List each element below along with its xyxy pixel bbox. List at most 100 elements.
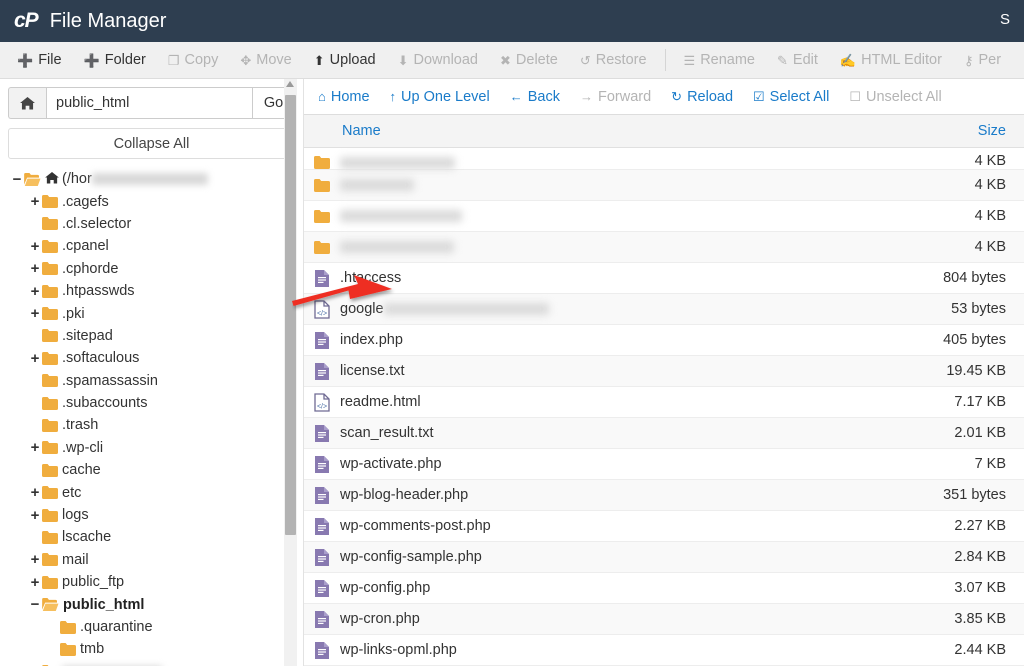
expand-icon[interactable]: +	[28, 440, 42, 455]
file-code-icon: </>	[304, 392, 340, 412]
table-row[interactable]: index.php 405 bytes	[304, 325, 1024, 356]
file-name: google	[340, 301, 384, 317]
folder-icon	[42, 463, 58, 477]
expand-icon[interactable]: +	[28, 306, 42, 321]
file-size: 4 KB	[974, 239, 1006, 255]
nav-reload-button[interactable]: ↻ Reload	[661, 86, 743, 108]
table-row[interactable]: 4 KB	[304, 201, 1024, 232]
up-arrow-icon: ↑	[389, 89, 397, 104]
tree-item-label: logs	[62, 507, 89, 524]
folder-icon	[304, 156, 340, 169]
file-size: 405 bytes	[943, 332, 1006, 348]
sidebar-scrollbar-thumb[interactable]	[285, 95, 296, 535]
tree-item-tmb[interactable]: tmb	[10, 638, 303, 660]
table-row[interactable]: license.txt 19.45 KB	[304, 356, 1024, 387]
tree-item-.sitepad[interactable]: .sitepad	[10, 325, 303, 347]
redacted-text	[91, 173, 208, 186]
tree-item-.softaculous[interactable]: + .softaculous	[10, 347, 303, 369]
expand-icon[interactable]: +	[28, 508, 42, 523]
tree-item-.cl.selector[interactable]: .cl.selector	[10, 213, 303, 235]
tree-item-.cagefs[interactable]: + .cagefs	[10, 190, 303, 212]
tree-item-logs[interactable]: + logs	[10, 504, 303, 526]
nav-back-button[interactable]: ← Back	[500, 86, 570, 108]
navigation-bar: ⌂ Home ↑ Up One Level ← Back → Forward ↻ Reload ☑ S…	[304, 79, 1024, 115]
nav-up-one-level-button[interactable]: ↑ Up One Level	[380, 86, 500, 108]
collapse-icon[interactable]: −	[28, 597, 42, 612]
folder-icon	[42, 598, 59, 612]
toolbar-button-label: Restore	[595, 52, 647, 68]
nav-home-button[interactable]: ⌂ Home	[308, 86, 380, 108]
tree-item-.pki[interactable]: + .pki	[10, 302, 303, 324]
restore-icon: ↺	[579, 52, 591, 68]
table-row[interactable]: wp-config.php 3.07 KB	[304, 573, 1024, 604]
nav-select-all-button[interactable]: ☑ Select All	[743, 86, 839, 108]
table-row[interactable]: </> readme.html 7.17 KB	[304, 387, 1024, 418]
table-row[interactable]: </> google 53 bytes	[304, 294, 1024, 325]
file-text-icon	[304, 517, 340, 536]
expand-icon[interactable]: +	[28, 575, 42, 590]
tree-item-.htpasswds[interactable]: + .htpasswds	[10, 280, 303, 302]
tree-item-mail[interactable]: + mail	[10, 549, 303, 571]
table-row[interactable]: 4 KB	[304, 148, 1024, 170]
toolbar-file-button[interactable]: ➕ File	[6, 48, 73, 72]
expand-icon[interactable]: +	[28, 552, 42, 567]
expand-icon[interactable]: +	[28, 194, 42, 209]
tree-item-etc[interactable]: + etc	[10, 481, 303, 503]
tree-item-public_ftp[interactable]: + public_ftp	[10, 571, 303, 593]
collapse-all-button[interactable]: Collapse All	[8, 128, 295, 159]
tree-item-public_html[interactable]: − public_html	[10, 593, 303, 615]
tree-item-.wp-cli[interactable]: + .wp-cli	[10, 437, 303, 459]
table-row[interactable]: wp-cron.php 3.85 KB	[304, 604, 1024, 635]
table-row[interactable]: 4 KB	[304, 232, 1024, 263]
toolbar-per-button: ⚷ Per	[953, 48, 1012, 72]
folder-icon	[42, 307, 58, 321]
file-size: 53 bytes	[951, 301, 1006, 317]
tree-item-lscache[interactable]: lscache	[10, 526, 303, 548]
directory-sidebar: Go Collapse All − (/hor + .cagefs .cl.selec…	[0, 79, 304, 666]
pencil-icon: ✎	[777, 52, 788, 68]
table-row[interactable]: wp-links-opml.php 2.44 KB	[304, 635, 1024, 666]
nav-button-label: Home	[330, 88, 370, 105]
tree-item-label: .spamassassin	[62, 372, 158, 389]
tree-item-.quarantine[interactable]: .quarantine	[10, 616, 303, 638]
sidebar-scrollbar[interactable]	[284, 79, 297, 666]
tree-item-.cphorde[interactable]: + .cphorde	[10, 258, 303, 280]
home-icon[interactable]	[8, 87, 46, 119]
expand-icon[interactable]: +	[28, 239, 42, 254]
reload-icon: ↻	[671, 89, 683, 104]
tree-item-.spamassassin[interactable]: .spamassassin	[10, 370, 303, 392]
collapse-icon[interactable]: −	[10, 172, 24, 187]
file-name: wp-cron.php	[340, 611, 420, 627]
column-header-size[interactable]: Size	[978, 123, 1024, 139]
toolbar-copy-button: ❐ Copy	[157, 48, 230, 72]
folder-icon	[42, 441, 58, 455]
expand-icon[interactable]: +	[28, 351, 42, 366]
tree-item-cache[interactable]: cache	[10, 459, 303, 481]
move-icon: ✥	[240, 52, 252, 68]
redacted-file-name	[340, 241, 454, 253]
tree-item-.subaccounts[interactable]: .subaccounts	[10, 392, 303, 414]
scroll-up-arrow-icon[interactable]	[286, 81, 294, 87]
expand-icon[interactable]: +	[28, 485, 42, 500]
toolbar-move-button: ✥ Move	[229, 48, 302, 72]
toolbar-folder-button[interactable]: ➕ Folder	[73, 48, 157, 72]
tree-item[interactable]: +	[10, 661, 303, 666]
table-row[interactable]: wp-blog-header.php 351 bytes	[304, 480, 1024, 511]
table-row[interactable]: wp-config-sample.php 2.84 KB	[304, 542, 1024, 573]
table-row[interactable]: 4 KB	[304, 170, 1024, 201]
header-right-partial-text[interactable]: S	[1000, 11, 1014, 28]
content-area: Go Collapse All − (/hor + .cagefs .cl.selec…	[0, 79, 1024, 666]
toolbar-upload-button[interactable]: ⬆ Upload	[303, 48, 387, 72]
expand-icon[interactable]: +	[28, 261, 42, 276]
folder-icon	[42, 284, 58, 298]
table-row[interactable]: scan_result.txt 2.01 KB	[304, 418, 1024, 449]
tree-item-.cpanel[interactable]: + .cpanel	[10, 235, 303, 257]
path-input[interactable]	[46, 87, 253, 119]
expand-icon[interactable]: +	[28, 284, 42, 299]
table-row[interactable]: wp-comments-post.php 2.27 KB	[304, 511, 1024, 542]
table-row[interactable]: .htaccess 804 bytes	[304, 263, 1024, 294]
tree-item-hor[interactable]: − (/hor	[10, 168, 303, 190]
tree-item-.trash[interactable]: .trash	[10, 414, 303, 436]
table-row[interactable]: wp-activate.php 7 KB	[304, 449, 1024, 480]
column-header-name[interactable]: Name	[304, 123, 381, 139]
